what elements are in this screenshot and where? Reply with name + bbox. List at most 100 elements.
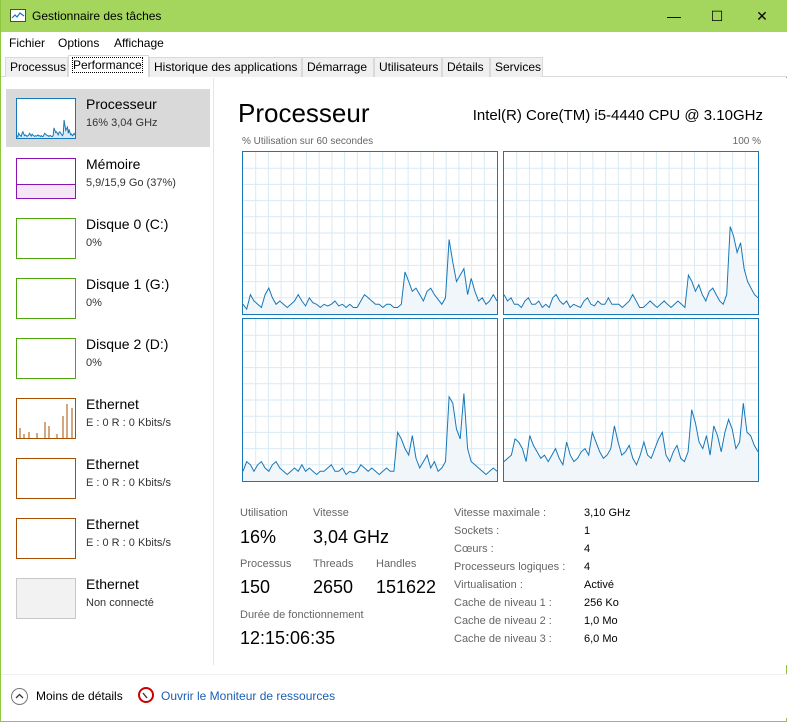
close-button[interactable]: ✕ (739, 0, 785, 32)
sidebar-item-label: Ethernet (86, 516, 139, 532)
menu-options[interactable]: Options (58, 36, 99, 50)
sidebar-item-value: 0% (86, 357, 102, 369)
tab-label: Détails (447, 60, 484, 74)
cpu-core-graph (242, 151, 498, 315)
handles-value: 151622 (376, 577, 437, 597)
tab-label: Utilisateurs (379, 60, 439, 74)
menu-affichage[interactable]: Affichage (114, 36, 164, 50)
window-title: Gestionnaire des tâches (32, 9, 162, 23)
ethernet-thumbnail (16, 458, 76, 499)
tab-demarrage[interactable]: Démarrage (302, 57, 374, 77)
detail-value: 256 Ko (584, 597, 619, 609)
sidebar-item-value: Non connecté (86, 597, 154, 609)
tab-processus[interactable]: Processus (5, 57, 68, 77)
graph-max-label: 100 % (732, 136, 761, 147)
detail-label: Cache de niveau 2 : (454, 615, 552, 627)
detail-label: Sockets : (454, 525, 500, 537)
sidebar-item-label: Disque 2 (D:) (86, 336, 169, 352)
cpu-core-chart (242, 319, 498, 481)
sidebar-item-label: Processeur (86, 96, 157, 112)
detail-label: Virtualisation : (454, 579, 523, 591)
uptime-label: Durée de fonctionnement (240, 609, 364, 621)
page-title: Processeur (238, 98, 370, 128)
sidebar-item-label: Disque 0 (C:) (86, 216, 169, 232)
task-manager-icon (10, 9, 26, 22)
tab-services[interactable]: Services (490, 57, 543, 77)
sidebar-item-value: E : 0 R : 0 Kbits/s (86, 417, 171, 429)
sidebar-item-memoire[interactable]: Mémoire 5,9/15,9 Go (37%) (6, 149, 210, 207)
tab-details[interactable]: Détails (442, 57, 490, 77)
threads-label: Threads (313, 558, 354, 570)
sidebar-item-processeur[interactable]: Processeur 16% 3,04 GHz (6, 89, 210, 147)
detail-label: Vitesse maximale : (454, 507, 547, 519)
detail-value: 4 (584, 561, 591, 573)
disk-thumbnail (16, 218, 76, 259)
resource-sidebar: Processeur 16% 3,04 GHz Mémoire 5,9/15,9… (1, 78, 214, 665)
cpu-thumbnail (16, 98, 76, 139)
ethernet-thumbnail (16, 398, 76, 439)
sidebar-item-value: 0% (86, 297, 102, 309)
sidebar-item-ethernet-3[interactable]: Ethernet E : 0 R : 0 Kbits/s (6, 509, 210, 567)
tab-label: Démarrage (307, 60, 368, 74)
sidebar-item-label: Mémoire (86, 156, 141, 172)
sidebar-item-value: E : 0 R : 0 Kbits/s (86, 537, 171, 549)
footer-bar: Moins de détails Ouvrir le Moniteur de r… (1, 674, 787, 718)
sidebar-item-disque-1[interactable]: Disque 1 (G:) 0% (6, 269, 210, 327)
cpu-core-chart (503, 319, 759, 481)
ethernet-sparkline (19, 404, 73, 438)
detail-label: Cache de niveau 3 : (454, 633, 552, 645)
fewer-details-button[interactable]: Moins de détails (36, 689, 123, 703)
resource-monitor-icon[interactable] (138, 687, 154, 703)
tab-label: Performance (72, 57, 143, 73)
sidebar-item-disque-0[interactable]: Disque 0 (C:) 0% (6, 209, 210, 267)
processus-value: 150 (240, 577, 271, 597)
tab-utilisateurs[interactable]: Utilisateurs (374, 57, 442, 77)
maximize-button[interactable]: ☐ (694, 0, 740, 32)
sidebar-item-ethernet-1[interactable]: Ethernet E : 0 R : 0 Kbits/s (6, 389, 210, 447)
sidebar-item-ethernet-4[interactable]: Ethernet Non connecté (6, 569, 210, 627)
processus-label: Processus (240, 558, 292, 570)
menu-bar: Fichier Options Affichage (1, 32, 787, 54)
threads-value: 2650 (313, 577, 354, 597)
sidebar-item-ethernet-2[interactable]: Ethernet E : 0 R : 0 Kbits/s (6, 449, 210, 507)
cpu-detail-panel: Processeur Intel(R) Core(TM) i5-4440 CPU… (215, 78, 787, 665)
memory-thumbnail (16, 158, 76, 199)
resource-monitor-link[interactable]: Ouvrir le Moniteur de ressources (161, 689, 335, 703)
detail-label: Processeurs logiques : (454, 561, 566, 573)
detail-value: 1,0 Mo (584, 615, 618, 627)
disk-thumbnail (16, 278, 76, 319)
sidebar-item-disque-2[interactable]: Disque 2 (D:) 0% (6, 329, 210, 387)
chevron-up-icon[interactable] (11, 688, 28, 705)
tab-label: Processus (10, 60, 67, 74)
sidebar-item-value: 16% 3,04 GHz (86, 117, 158, 129)
minimize-button[interactable]: — (651, 0, 697, 32)
title-bar[interactable]: Gestionnaire des tâches — ☐ ✕ (1, 0, 787, 32)
sidebar-item-label: Ethernet (86, 456, 139, 472)
sidebar-item-value: 0% (86, 237, 102, 249)
cpu-core-chart (242, 152, 498, 314)
detail-value: Activé (584, 579, 614, 591)
ethernet-thumbnail (16, 578, 76, 619)
utilisation-value: 16% (240, 527, 277, 547)
tab-performance[interactable]: Performance (68, 55, 149, 77)
tab-historique[interactable]: Historique des applications (149, 57, 302, 77)
utilisation-label: Utilisation (240, 507, 288, 519)
detail-label: Cache de niveau 1 : (454, 597, 552, 609)
vitesse-label: Vitesse (313, 507, 349, 519)
detail-label: Cœurs : (454, 543, 494, 555)
cpu-model: Intel(R) Core(TM) i5-4440 CPU @ 3.10GHz (472, 107, 763, 124)
cpu-core-graph (503, 318, 759, 482)
memory-usage-fill (17, 183, 75, 198)
cpu-sparkline (17, 119, 75, 138)
detail-value: 4 (584, 543, 591, 555)
disk-thumbnail (16, 338, 76, 379)
menu-fichier[interactable]: Fichier (9, 36, 45, 50)
sidebar-item-label: Ethernet (86, 396, 139, 412)
sidebar-item-value: E : 0 R : 0 Kbits/s (86, 477, 171, 489)
cpu-core-chart (503, 152, 759, 314)
tab-label: Historique des applications (154, 60, 298, 74)
detail-value: 3,10 GHz (584, 507, 631, 519)
sidebar-item-value: 5,9/15,9 Go (37%) (86, 177, 176, 189)
uptime-value: 12:15:06:35 (240, 628, 336, 648)
task-manager-window: Gestionnaire des tâches — ☐ ✕ Fichier Op… (0, 0, 787, 722)
